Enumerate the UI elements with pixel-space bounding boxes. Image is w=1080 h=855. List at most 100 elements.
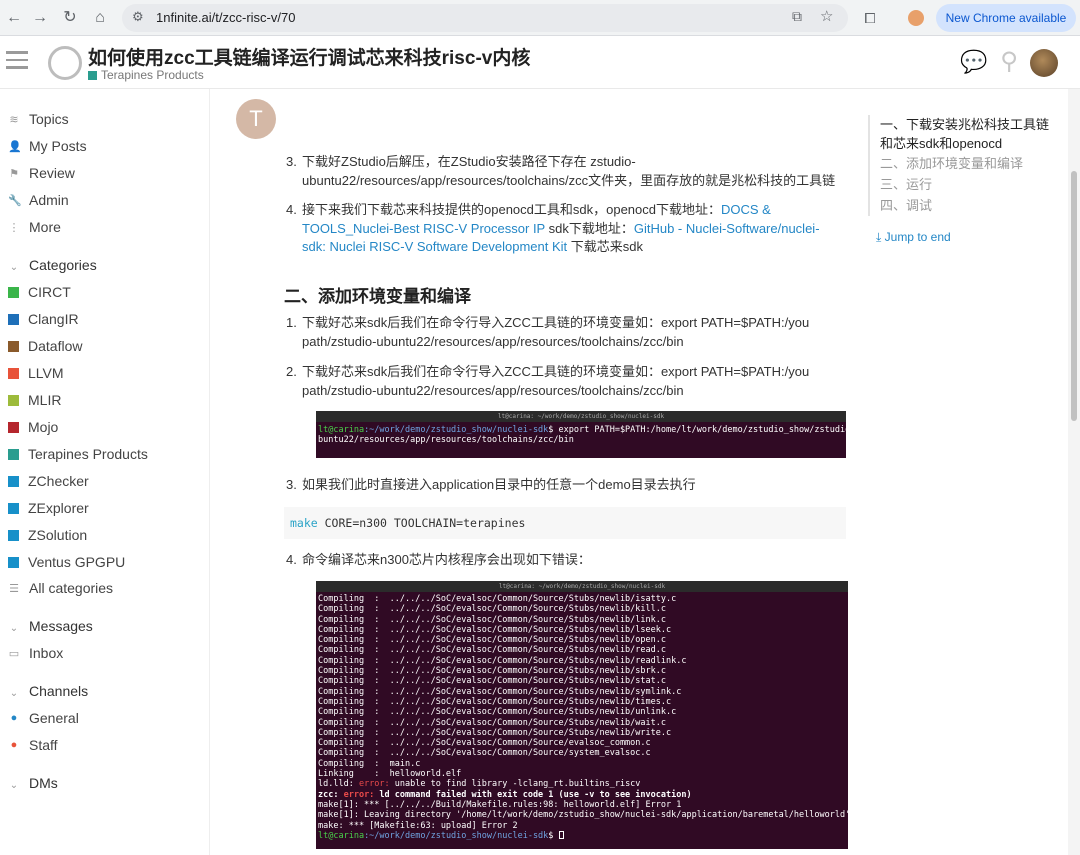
compiling-file: ../../../SoC/evalsoc/Common/Source/Stubs… [389, 727, 672, 738]
category-color-square [8, 394, 19, 406]
extensions-icon[interactable]: ⧠ [858, 6, 882, 30]
toc-item[interactable]: 二、添加环境变量和编译 [870, 153, 1053, 174]
sidebar-item-category[interactable]: ClangIR [8, 311, 79, 327]
sidebar-item-category[interactable]: ZSolution [8, 527, 87, 543]
list-item: 3. 如果我们此时直接进入application目录中的任意一个demo目录去执… [286, 476, 842, 495]
compiling-label: Compiling : [318, 707, 390, 718]
user-avatar[interactable] [1030, 49, 1058, 77]
sidebar-item-category[interactable]: ZExplorer [8, 500, 89, 516]
toc-item[interactable]: 一、下载安装兆松科技工具链和芯来sdk和openocd [870, 115, 1053, 153]
hamburger-menu-icon[interactable] [6, 51, 28, 69]
prompt-path: :~/work/demo/zstudio_show/nuclei-sdk [364, 830, 549, 841]
github-nuclei-sdk-link[interactable]: GitHub - Nuclei-Software/nuclei- [634, 221, 820, 236]
sidebar-item-channel-staff[interactable]: ● Staff [8, 737, 58, 753]
sidebar-item-category[interactable]: LLVM [8, 365, 64, 381]
category-color-square [8, 448, 19, 460]
compiling-file: ../../../SoC/evalsoc/Common/Source/Stubs… [389, 635, 666, 646]
docs-tools-link[interactable]: TOOLS_Nuclei-Best RISC-V Processor IP [302, 221, 545, 236]
address-bar[interactable]: ⚙ 1nfinite.ai/t/zcc-risc-v/70 ⧉ ☆ [122, 4, 848, 32]
sidebar-item-admin[interactable]: 🔧 Admin [8, 192, 69, 208]
compiling-label: Compiling : [318, 604, 390, 615]
sidebar-item-label: Mojo [28, 419, 59, 435]
sidebar-item-category[interactable]: Mojo [8, 419, 58, 435]
terminal-title: lt@carina: ~/work/demo/zstudio_show/nucl… [316, 581, 848, 592]
list-text: 如果我们此时直接进入application目录中的任意一个demo目录去执行 [302, 477, 696, 492]
terminal-line: ld command failed with exit code 1 (use … [379, 789, 692, 800]
sidebar-item-all-categories[interactable]: ☰ All categories [8, 580, 113, 596]
sidebar-item-more[interactable]: ⋮ More [8, 219, 61, 235]
poster-avatar[interactable]: T [236, 99, 276, 139]
topic-title[interactable]: 如何使用zcc工具链编译运行调试芯来科技risc-v内核 [88, 43, 530, 70]
categories-section-toggle[interactable]: ⌄ Categories [8, 257, 97, 273]
terminal-line: Compiling : ../../../SoC/evalsoc/Common/… [316, 604, 848, 614]
chat-icon[interactable]: 💬 [960, 49, 987, 75]
code-block[interactable]: make CORE=n300 TOOLCHAIN=terapines [284, 507, 846, 539]
sidebar-item-category[interactable]: Terapines Products [8, 446, 148, 462]
topic-category-badge[interactable]: Terapines Products [88, 68, 204, 82]
prompt-user: lt@carina [318, 830, 365, 841]
dms-section-toggle[interactable]: ⌄ DMs [8, 775, 58, 791]
terminal-line: Compiling : ../../../SoC/evalsoc/Common/… [316, 707, 848, 717]
compiling-label: Compiling : [318, 676, 390, 687]
page-scrollbar[interactable] [1068, 89, 1080, 855]
terminal-line: Compiling : ../../../SoC/evalsoc/Common/… [316, 718, 848, 728]
list-number: 1. [286, 315, 297, 330]
channels-section-toggle[interactable]: ⌄ Channels [8, 683, 88, 699]
compiling-file: main.c [389, 758, 421, 769]
back-icon[interactable]: ← [2, 6, 26, 30]
terminal-title: lt@carina: ~/work/demo/zstudio_show/nucl… [316, 411, 846, 422]
scrollbar-thumb[interactable] [1071, 171, 1077, 421]
jump-to-end-link[interactable]: ⤓ Jump to end [876, 230, 951, 245]
sidebar-item-review[interactable]: ⚑ Review [8, 165, 75, 181]
flag-icon: ⚑ [9, 167, 19, 180]
sidebar-item-category[interactable]: Ventus GPGPU [8, 554, 125, 570]
sidebar-item-category[interactable]: Dataflow [8, 338, 82, 354]
terminal-screenshot-export[interactable]: lt@carina: ~/work/demo/zstudio_show/nucl… [316, 411, 846, 458]
sidebar-item-category[interactable]: MLIR [8, 392, 61, 408]
error-tag: error: [343, 789, 380, 800]
sidebar-item-inbox[interactable]: ▭ Inbox [8, 645, 63, 661]
sidebar-item-label: ZSolution [28, 527, 88, 543]
sidebar-item-my-posts[interactable]: 👤 My Posts [8, 138, 87, 154]
chevron-down-icon: ⌄ [9, 262, 19, 273]
list-item: 1. 下载好芯来sdk后我们在命令行导入ZCC工具链的环境变量如：export … [286, 314, 842, 351]
sidebar-item-label: Admin [29, 192, 69, 208]
compiling-label: Compiling : [318, 738, 390, 749]
list-text: 下载好芯来sdk后我们在命令行导入ZCC工具链的环境变量如：export PAT… [302, 315, 810, 330]
site-info-icon[interactable]: ⚙ [132, 9, 144, 25]
terminal-command: buntu22/resources/app/resources/toolchai… [318, 435, 574, 446]
sidebar-item-topics[interactable]: ≋ Topics [8, 111, 68, 127]
messages-section-toggle[interactable]: ⌄ Messages [8, 618, 93, 634]
profile-icon[interactable] [904, 6, 928, 30]
chat-bubble-icon: ● [10, 712, 18, 724]
reload-icon[interactable]: ↻ [58, 6, 82, 30]
cast-icon[interactable]: ⧉ [792, 8, 802, 25]
prompt-user: lt@carina [318, 425, 365, 435]
new-chrome-available-button[interactable]: New Chrome available [936, 4, 1076, 32]
toc-item[interactable]: 四、调试 [870, 195, 1053, 216]
search-icon[interactable]: ⚲ [996, 49, 1022, 75]
github-nuclei-sdk-link[interactable]: sdk: Nuclei RISC-V Software Development … [302, 239, 567, 254]
category-color-square [8, 502, 19, 514]
category-color-square [8, 556, 19, 568]
sidebar-item-label: More [29, 219, 61, 235]
docs-tools-link[interactable]: DOCS & [721, 202, 771, 217]
list-text: 接下来我们下载芯来科技提供的openocd工具和sdk，openocd下载地址： [302, 202, 721, 217]
terminal-line: Compiling : ../../../SoC/evalsoc/Common/… [316, 625, 848, 635]
toc-item[interactable]: 三、运行 [870, 174, 1053, 195]
sidebar: ≋ Topics 👤 My Posts ⚑ Review 🔧 Admin ⋮ More ⌄… [0, 89, 210, 855]
list-text: 下载芯来sdk [567, 239, 643, 254]
sidebar-item-label: ZChecker [28, 473, 89, 489]
sidebar-item-channel-general[interactable]: ● General [8, 710, 79, 726]
terminal-screenshot-errors[interactable]: lt@carina: ~/work/demo/zstudio_show/nucl… [316, 581, 848, 849]
forward-icon[interactable]: → [28, 6, 52, 30]
sidebar-item-category[interactable]: CIRCT [8, 284, 71, 300]
terminal-line: Compiling : ../../../SoC/evalsoc/Common/… [316, 697, 848, 707]
home-icon[interactable]: ⌂ [88, 6, 112, 30]
terminal-line: Compiling : ../../../SoC/evalsoc/Common/… [316, 748, 848, 758]
compiling-label: Compiling : [318, 614, 390, 625]
bookmark-star-icon[interactable]: ☆ [820, 7, 833, 25]
site-logo[interactable] [48, 46, 82, 80]
sidebar-item-category[interactable]: ZChecker [8, 473, 89, 489]
site-header: 如何使用zcc工具链编译运行调试芯来科技risc-v内核 Terapines P… [0, 37, 1080, 89]
